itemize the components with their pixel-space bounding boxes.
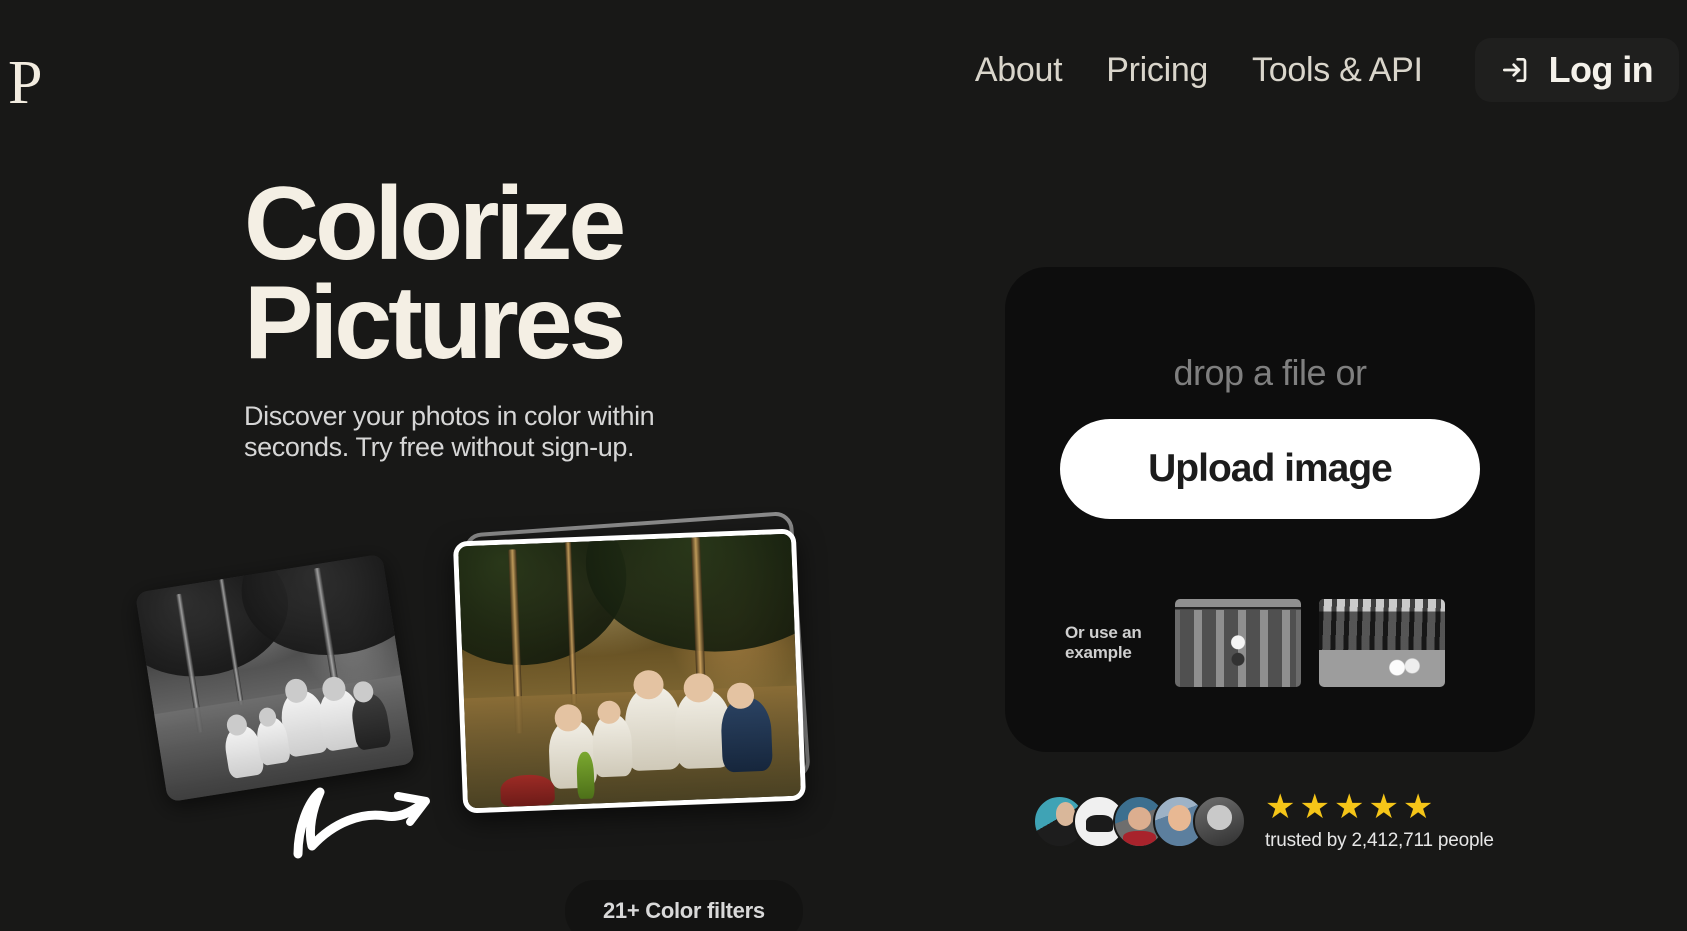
hero-section: Colorize Pictures Discover your photos i… [244,172,864,463]
login-arrow-icon [1497,52,1533,88]
login-button[interactable]: Log in [1474,38,1679,102]
after-photo-color [452,528,807,814]
avatar [1193,794,1246,848]
hero-subheadline: Discover your photos in color within sec… [244,400,655,462]
photo-scene-bw [134,553,416,803]
nav-item-about[interactable]: About [953,43,1084,98]
logo[interactable]: P [8,52,42,114]
page-root: P About Pricing Tools & API Log in Color… [0,0,1687,931]
star-rating-icon: ★★★★★ [1265,788,1438,826]
example-thumbnail-2[interactable] [1319,599,1445,687]
login-button-label: Log in [1548,49,1654,90]
nav-item-pricing[interactable]: Pricing [1084,43,1230,98]
main-nav: About Pricing Tools & API Log in [953,38,1679,102]
site-header: P About Pricing Tools & API Log in [0,0,1687,140]
photo-scene-color [452,528,807,814]
curved-arrow-icon [282,782,442,862]
examples-row: Or use an example [1065,599,1445,687]
rating-block: ★★★★★ trusted by 2,412,711 people [1265,790,1494,852]
headline-line-2: Pictures [244,264,626,381]
example-thumbnail-1[interactable] [1175,599,1301,687]
before-photo-bw [134,553,416,803]
examples-label: Or use an example [1065,622,1142,662]
upload-dropzone-panel[interactable]: drop a file or Upload image Or use an ex… [1005,267,1535,752]
social-proof: ★★★★★ trusted by 2,412,711 people [1033,790,1494,852]
avatar-group [1033,794,1246,848]
color-filters-badge[interactable]: 21+ Color filters [565,880,803,931]
dropzone-hint: drop a file or [1173,352,1367,393]
trusted-by-text: trusted by 2,412,711 people [1265,830,1494,851]
nav-item-tools-api[interactable]: Tools & API [1230,43,1445,98]
upload-image-button[interactable]: Upload image [1060,419,1480,519]
page-title: Colorize Pictures [244,172,864,381]
before-after-photos [130,510,850,930]
